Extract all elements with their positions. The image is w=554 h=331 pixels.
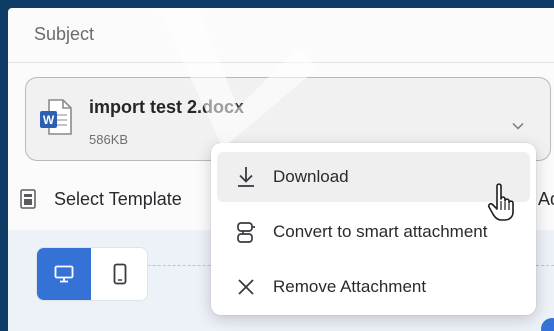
chevron-down-icon[interactable]	[512, 122, 524, 130]
close-icon	[238, 279, 254, 295]
hand-cursor-icon	[487, 183, 514, 221]
download-icon	[238, 167, 254, 187]
menu-item-label: Convert to smart attachment	[273, 222, 488, 241]
attachment-file-name: import test 2.docx	[89, 97, 245, 117]
email-editor-panel: Subject W import test 2.docx 586KB Selec…	[8, 8, 554, 331]
menu-item-convert-smart-attachment[interactable]: Convert to smart attachment	[217, 207, 530, 257]
menu-item-label: Download	[273, 167, 349, 186]
menu-item-remove-attachment[interactable]: Remove Attachment	[217, 262, 530, 312]
view-mode-toggle	[36, 247, 148, 301]
subject-divider	[8, 62, 554, 63]
truncated-action-label[interactable]: Ad	[538, 189, 554, 210]
smart-attachment-icon	[237, 222, 255, 243]
desktop-view-button[interactable]	[37, 248, 91, 300]
select-template-label: Select Template	[54, 189, 182, 209]
attachment-context-menu: Download Convert to smart attachment Rem…	[211, 143, 536, 315]
word-doc-icon: W	[40, 99, 72, 135]
template-icon	[20, 189, 36, 209]
menu-item-download[interactable]: Download	[217, 152, 530, 202]
menu-item-label: Remove Attachment	[273, 277, 427, 296]
svg-text:W: W	[43, 113, 55, 127]
mobile-view-button[interactable]	[92, 248, 147, 300]
subject-label[interactable]: Subject	[34, 24, 94, 45]
attachment-file-size: 586KB	[89, 132, 129, 147]
mobile-icon	[113, 263, 126, 285]
desktop-icon	[54, 265, 74, 283]
